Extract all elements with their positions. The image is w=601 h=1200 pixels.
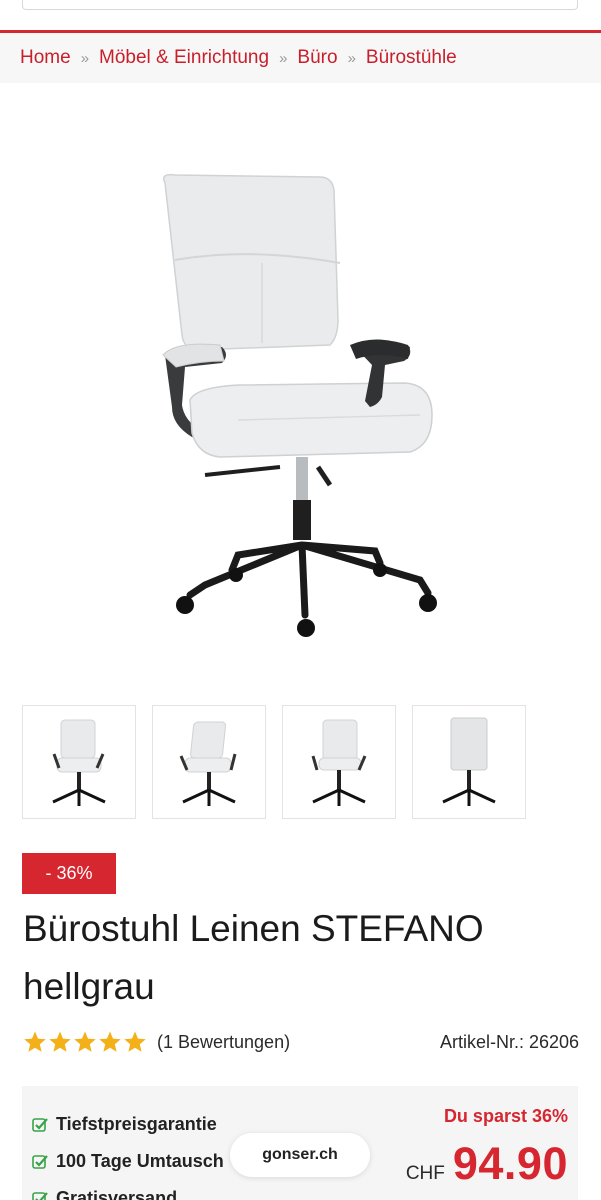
article-number: Artikel-Nr.: 26206 bbox=[439, 1031, 579, 1052]
breadcrumb-separator: » bbox=[347, 49, 356, 67]
rating-count[interactable]: (1 Bewertungen) bbox=[157, 1032, 290, 1053]
chair-thumbnail-icon bbox=[179, 721, 237, 806]
breadcrumb-buerostuehle[interactable]: Bürostühle bbox=[366, 47, 457, 69]
benefit-item: 100 Tage Umtausch bbox=[32, 1143, 224, 1180]
product-title: Bürostuhl Leinen STEFANO hellgrau bbox=[23, 900, 583, 1016]
benefit-label: Tiefstpreisgarantie bbox=[56, 1114, 217, 1134]
breadcrumb: Home » Möbel & Einrichtung » Büro » Büro… bbox=[0, 33, 601, 83]
check-icon bbox=[32, 1117, 48, 1132]
breadcrumb-separator: » bbox=[80, 49, 90, 67]
product-title-line2: hellgrau bbox=[23, 966, 155, 1007]
browser-url-pill[interactable]: gonser.ch bbox=[230, 1133, 370, 1177]
star-icon bbox=[24, 1031, 46, 1052]
thumbnail-2[interactable] bbox=[152, 705, 266, 819]
currency: CHF bbox=[405, 1163, 445, 1184]
rating-stars[interactable] bbox=[23, 1030, 147, 1054]
benefits-list: Tiefstpreisgarantie 100 Tage Umtausch Gr… bbox=[32, 1106, 224, 1200]
benefit-item: Gratisversand bbox=[32, 1180, 224, 1200]
star-icon bbox=[49, 1031, 71, 1052]
breadcrumb-home[interactable]: Home bbox=[20, 47, 71, 69]
chair-thumbnail-icon bbox=[52, 719, 106, 806]
breadcrumb-buero[interactable]: Büro bbox=[297, 47, 337, 69]
product-title-line1: Bürostuhl Leinen STEFANO bbox=[23, 908, 484, 949]
star-icon bbox=[74, 1031, 96, 1052]
thumbnail-4[interactable] bbox=[412, 705, 526, 819]
chair-thumbnail-icon bbox=[311, 719, 367, 806]
breadcrumb-moebel[interactable]: Möbel & Einrichtung bbox=[99, 47, 269, 69]
check-icon bbox=[32, 1154, 48, 1169]
thumbnail-3[interactable] bbox=[282, 705, 396, 819]
product-main-image[interactable] bbox=[0, 115, 601, 675]
star-icon bbox=[124, 1031, 146, 1052]
breadcrumb-separator: » bbox=[279, 49, 288, 67]
discount-badge: - 36% bbox=[22, 853, 116, 894]
price-line: CHF 94.90 bbox=[406, 1138, 568, 1190]
benefit-item: Tiefstpreisgarantie bbox=[32, 1106, 224, 1143]
benefit-label: 100 Tage Umtausch bbox=[56, 1151, 224, 1171]
rating-row: (1 Bewertungen) Artikel-Nr.: 26206 bbox=[23, 1028, 579, 1056]
check-icon bbox=[32, 1191, 48, 1200]
price: 94.90 bbox=[452, 1138, 568, 1189]
thumbnail-1[interactable] bbox=[22, 705, 136, 819]
star-icon bbox=[99, 1031, 121, 1052]
benefit-label: Gratisversand bbox=[56, 1188, 178, 1200]
savings-text: Du sparst 36% bbox=[443, 1106, 568, 1126]
search-bar[interactable] bbox=[22, 0, 578, 10]
chair-thumbnail-icon bbox=[442, 717, 496, 806]
thumbnail-gallery bbox=[22, 705, 526, 819]
